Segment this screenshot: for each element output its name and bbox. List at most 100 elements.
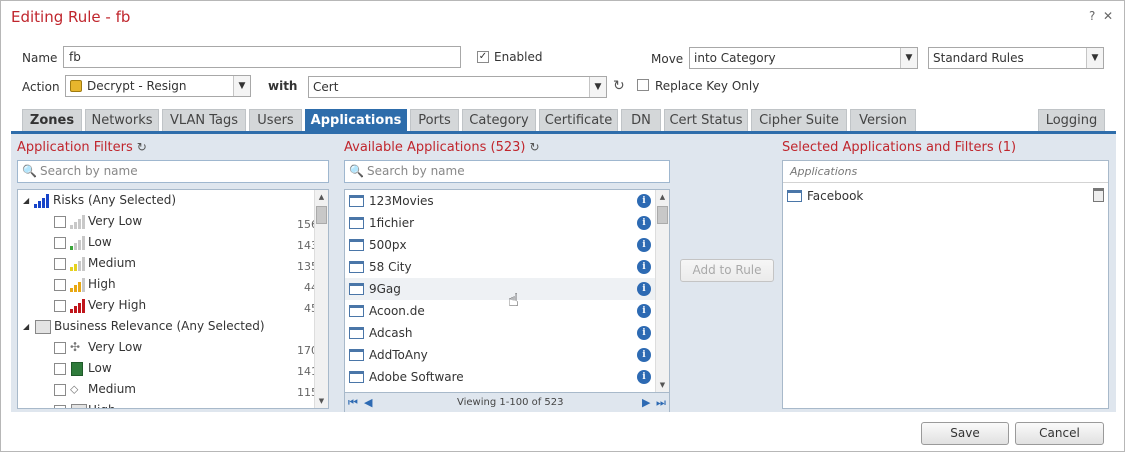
search-icon: 🔍 — [22, 164, 37, 178]
lock-icon — [70, 80, 82, 92]
refresh-icon[interactable]: ↻ — [613, 78, 625, 94]
name-field[interactable]: fb — [63, 46, 461, 68]
next-page-icon[interactable]: ▶ — [642, 396, 650, 409]
app-search-placeholder: Search by name — [367, 164, 465, 178]
replace-key-checkbox[interactable] — [637, 79, 649, 91]
scroll-down-icon[interactable]: ▼ — [656, 378, 669, 392]
chevron-down-icon: ▼ — [589, 77, 606, 97]
app-row[interactable]: Adcash i — [345, 322, 655, 344]
tree-leaf-relevance-high[interactable]: High — [18, 400, 318, 408]
first-page-icon[interactable]: ⏮ — [348, 396, 358, 410]
last-page-icon[interactable]: ⏭ — [656, 396, 666, 410]
move-select[interactable]: into Category ▼ — [689, 47, 918, 69]
cancel-button[interactable]: Cancel — [1015, 422, 1104, 445]
film-icon — [71, 362, 83, 376]
checkbox[interactable] — [54, 342, 66, 354]
refresh-icon[interactable]: ↻ — [137, 140, 147, 154]
tree-leaf-relevance-low[interactable]: Low 141 — [18, 358, 318, 379]
available-scrollbar[interactable]: ▲ ▼ — [655, 190, 669, 392]
filter-tree-scrollbar[interactable]: ▲ ▼ — [314, 190, 328, 408]
bars-medium-icon — [70, 257, 86, 271]
app-row[interactable]: 123Movies i — [345, 190, 655, 212]
tree-leaf-relevance-medium[interactable]: ⬦ Medium 115 — [18, 379, 318, 400]
tree-leaf-risk-low[interactable]: Low 143 — [18, 232, 318, 253]
tab-version[interactable]: Version — [850, 109, 916, 131]
scroll-up-icon[interactable]: ▲ — [656, 190, 669, 204]
prev-page-icon[interactable]: ◀ — [364, 396, 372, 409]
info-icon[interactable]: i — [637, 326, 651, 340]
tab-vlan-tags[interactable]: VLAN Tags — [162, 109, 246, 131]
scroll-thumb[interactable] — [657, 206, 668, 224]
app-row[interactable]: 1fichier i — [345, 212, 655, 234]
tab-logging[interactable]: Logging — [1038, 109, 1105, 131]
tab-certificate[interactable]: Certificate — [539, 109, 618, 131]
tree-leaf-relevance-very-low[interactable]: ✣ Very Low 170 — [18, 337, 318, 358]
name-label: Name — [22, 51, 58, 65]
cert-select[interactable]: Cert ▼ — [308, 76, 607, 98]
info-icon[interactable]: i — [637, 260, 651, 274]
checkbox[interactable] — [54, 258, 66, 270]
tab-applications[interactable]: Applications — [305, 109, 407, 131]
info-icon[interactable]: i — [637, 304, 651, 318]
filter-search-placeholder: Search by name — [40, 164, 138, 178]
info-icon[interactable]: i — [637, 370, 651, 384]
category-select[interactable]: Standard Rules ▼ — [928, 47, 1104, 69]
search-icon: 🔍 — [349, 164, 364, 178]
app-row[interactable]: 500px i — [345, 234, 655, 256]
tree-node-risks[interactable]: ◢ Risks (Any Selected) — [18, 190, 318, 211]
info-icon[interactable]: i — [637, 216, 651, 230]
tab-zones[interactable]: Zones — [22, 109, 82, 131]
selected-heading: Selected Applications and Filters (1) — [782, 140, 1017, 155]
info-icon[interactable]: i — [637, 282, 651, 296]
tab-ports[interactable]: Ports — [410, 109, 459, 131]
tree-leaf-risk-high[interactable]: High 44 — [18, 274, 318, 295]
add-to-rule-button[interactable]: Add to Rule — [680, 259, 774, 282]
filter-search-input[interactable]: 🔍 Search by name — [17, 160, 329, 183]
checkbox[interactable] — [54, 363, 66, 375]
checkbox[interactable] — [54, 384, 66, 396]
available-heading-text: Available Applications (523) — [344, 140, 526, 155]
tree-leaf-risk-medium[interactable]: Medium 135 — [18, 253, 318, 274]
action-select[interactable]: Decrypt - Resign ▼ — [65, 75, 251, 97]
tab-networks[interactable]: Networks — [85, 109, 159, 131]
app-row[interactable]: 58 City i — [345, 256, 655, 278]
enabled-checkbox[interactable]: ✓ — [477, 51, 489, 63]
app-search-input[interactable]: 🔍 Search by name — [344, 160, 670, 183]
checkbox[interactable] — [54, 300, 66, 312]
tab-users[interactable]: Users — [249, 109, 302, 131]
checkbox[interactable] — [54, 279, 66, 291]
tree-leaf-label: Low — [88, 235, 112, 249]
checkbox[interactable] — [54, 237, 66, 249]
tab-cert-status[interactable]: Cert Status — [664, 109, 748, 131]
tree-leaf-risk-very-low[interactable]: Very Low 156 — [18, 211, 318, 232]
filters-heading: Application Filters ↻ — [17, 140, 147, 155]
trash-icon[interactable] — [1093, 188, 1104, 202]
scroll-thumb[interactable] — [316, 206, 327, 224]
help-icon[interactable]: ? — [1089, 9, 1095, 23]
window-icon — [349, 217, 364, 229]
scroll-up-icon[interactable]: ▲ — [315, 190, 328, 204]
info-icon[interactable]: i — [637, 238, 651, 252]
tab-dn[interactable]: DN — [621, 109, 661, 131]
save-button[interactable]: Save — [921, 422, 1009, 445]
window-icon — [349, 305, 364, 317]
tree-leaf-risk-very-high[interactable]: Very High 45 — [18, 295, 318, 316]
app-name: Adobe Software — [369, 370, 464, 384]
app-row[interactable]: Acoon.de i — [345, 300, 655, 322]
app-row[interactable]: AddToAny i — [345, 344, 655, 366]
info-icon[interactable]: i — [637, 194, 651, 208]
tree-node-business-relevance[interactable]: ◢ Business Relevance (Any Selected) — [18, 316, 318, 337]
building-icon — [35, 320, 51, 334]
refresh-icon[interactable]: ↻ — [529, 140, 539, 154]
checkbox[interactable] — [54, 216, 66, 228]
close-icon[interactable]: ✕ — [1103, 9, 1113, 23]
app-row[interactable]: Adobe Software i — [345, 366, 655, 388]
tab-cipher-suite[interactable]: Cipher Suite — [751, 109, 847, 131]
window-icon — [349, 327, 364, 339]
selected-item[interactable]: Facebook — [783, 185, 1108, 207]
scroll-down-icon[interactable]: ▼ — [315, 394, 328, 408]
app-row[interactable]: 9Gag i — [345, 278, 655, 300]
checkbox[interactable] — [54, 405, 66, 408]
tab-category[interactable]: Category — [462, 109, 536, 131]
info-icon[interactable]: i — [637, 348, 651, 362]
